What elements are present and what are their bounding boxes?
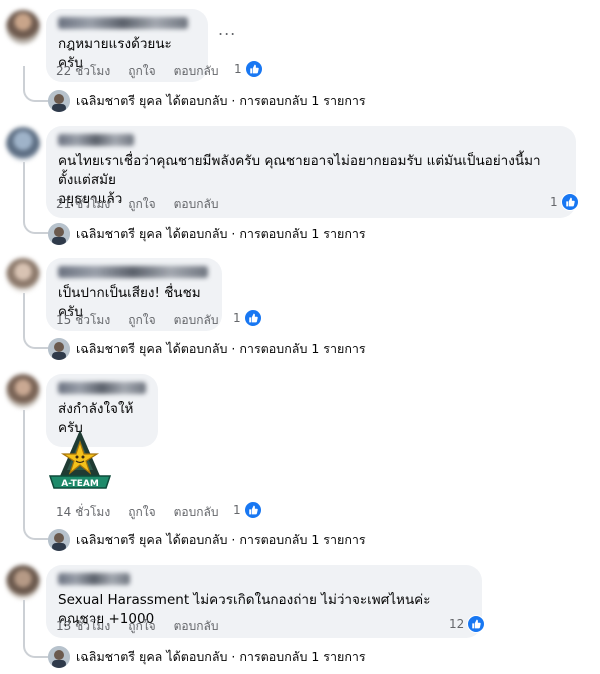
comment-author-blurred[interactable]: [58, 266, 208, 278]
reply-summary-text: เฉลิมชาตรี ยุคล ได้ตอบกลับ · การตอบกลับ …: [76, 649, 366, 664]
replier-avatar: [48, 529, 70, 551]
reply-thread-line: [23, 293, 49, 349]
like-button[interactable]: ถูกใจ: [128, 617, 155, 636]
comment-actions: 15 ชั่วโมง ถูกใจ ตอบกลับ: [56, 311, 218, 330]
reply-summary-row[interactable]: เฉลิมชาตรี ยุคล ได้ตอบกลับ · การตอบกลับ …: [48, 90, 366, 112]
commenter-avatar[interactable]: [6, 10, 40, 44]
reaction-count-value: 12: [449, 617, 465, 631]
thumbs-up-icon: [243, 501, 262, 519]
reaction-count[interactable]: 1: [550, 193, 579, 211]
reply-thread-line: [23, 410, 49, 540]
commenter-avatar[interactable]: [6, 565, 40, 599]
replier-avatar: [48, 646, 70, 668]
reaction-count-value: 1: [234, 62, 242, 76]
like-button[interactable]: ถูกใจ: [128, 311, 155, 330]
comment-timestamp[interactable]: 14 ชั่วโมง: [56, 503, 110, 522]
reply-button[interactable]: ตอบกลับ: [174, 503, 219, 522]
comment-author-blurred[interactable]: [58, 134, 134, 146]
reaction-count[interactable]: 1: [233, 309, 262, 327]
reaction-count[interactable]: 1: [234, 60, 263, 78]
reply-button[interactable]: ตอบกลับ: [174, 311, 219, 330]
reaction-count[interactable]: 1: [233, 501, 262, 519]
more-options-icon[interactable]: ...: [218, 20, 236, 39]
comment-actions: 13 ชั่วโมง ถูกใจ ตอบกลับ: [56, 617, 218, 636]
reaction-count-value: 1: [233, 503, 241, 517]
reaction-count[interactable]: 12: [449, 615, 486, 633]
reply-summary-text: เฉลิมชาตรี ยุคล ได้ตอบกลับ · การตอบกลับ …: [76, 532, 366, 547]
commenter-avatar[interactable]: [6, 258, 40, 292]
reply-summary-row[interactable]: เฉลิมชาตรี ยุคล ได้ตอบกลับ · การตอบกลับ …: [48, 338, 366, 360]
reply-thread-line: [23, 600, 49, 658]
reply-summary-row[interactable]: เฉลิมชาตรี ยุคล ได้ตอบกลับ · การตอบกลับ …: [48, 223, 366, 245]
reply-summary-text: เฉลิมชาตรี ยุคล ได้ตอบกลับ · การตอบกลับ …: [76, 341, 366, 356]
a-team-sticker[interactable]: A-TEAM: [46, 428, 114, 496]
reply-thread-line: [23, 162, 49, 234]
comment-timestamp[interactable]: 22 ชั่วโมง: [56, 62, 110, 81]
like-button[interactable]: ถูกใจ: [128, 503, 155, 522]
comment-actions: 14 ชั่วโมง ถูกใจ ตอบกลับ: [56, 503, 218, 522]
comment-author-blurred[interactable]: [58, 17, 188, 29]
reaction-count-value: 1: [233, 311, 241, 325]
reply-summary-text: เฉลิมชาตรี ยุคล ได้ตอบกลับ · การตอบกลับ …: [76, 93, 366, 108]
thumbs-up-icon: [244, 60, 263, 78]
replier-avatar: [48, 90, 70, 112]
comment-timestamp[interactable]: 15 ชั่วโมง: [56, 311, 110, 330]
reaction-count-value: 1: [550, 195, 558, 209]
comment-timestamp[interactable]: 13 ชั่วโมง: [56, 617, 110, 636]
reply-button[interactable]: ตอบกลับ: [174, 195, 219, 214]
reply-summary-row[interactable]: เฉลิมชาตรี ยุคล ได้ตอบกลับ · การตอบกลับ …: [48, 529, 366, 551]
like-button[interactable]: ถูกใจ: [128, 62, 155, 81]
thumbs-up-icon: [560, 193, 579, 211]
reply-thread-line: [23, 66, 49, 102]
comment-actions: 22 ชั่วโมง ถูกใจ ตอบกลับ: [56, 62, 218, 81]
replier-avatar: [48, 338, 70, 360]
comment-timestamp[interactable]: 21 ชั่วโมง: [56, 195, 110, 214]
comment-author-blurred[interactable]: [58, 573, 130, 585]
sticker-label: A-TEAM: [61, 479, 99, 489]
reply-summary-text: เฉลิมชาตรี ยุคล ได้ตอบกลับ · การตอบกลับ …: [76, 226, 366, 241]
thumbs-up-icon: [467, 615, 486, 633]
thumbs-up-icon: [243, 309, 262, 327]
reply-summary-row[interactable]: เฉลิมชาตรี ยุคล ได้ตอบกลับ · การตอบกลับ …: [48, 646, 366, 668]
reply-button[interactable]: ตอบกลับ: [174, 617, 219, 636]
comment-actions: 21 ชั่วโมง ถูกใจ ตอบกลับ: [56, 195, 218, 214]
replier-avatar: [48, 223, 70, 245]
commenter-avatar[interactable]: [6, 127, 40, 161]
commenter-avatar[interactable]: [6, 374, 40, 408]
comment-author-blurred[interactable]: [58, 382, 146, 394]
like-button[interactable]: ถูกใจ: [128, 195, 155, 214]
reply-button[interactable]: ตอบกลับ: [174, 62, 219, 81]
